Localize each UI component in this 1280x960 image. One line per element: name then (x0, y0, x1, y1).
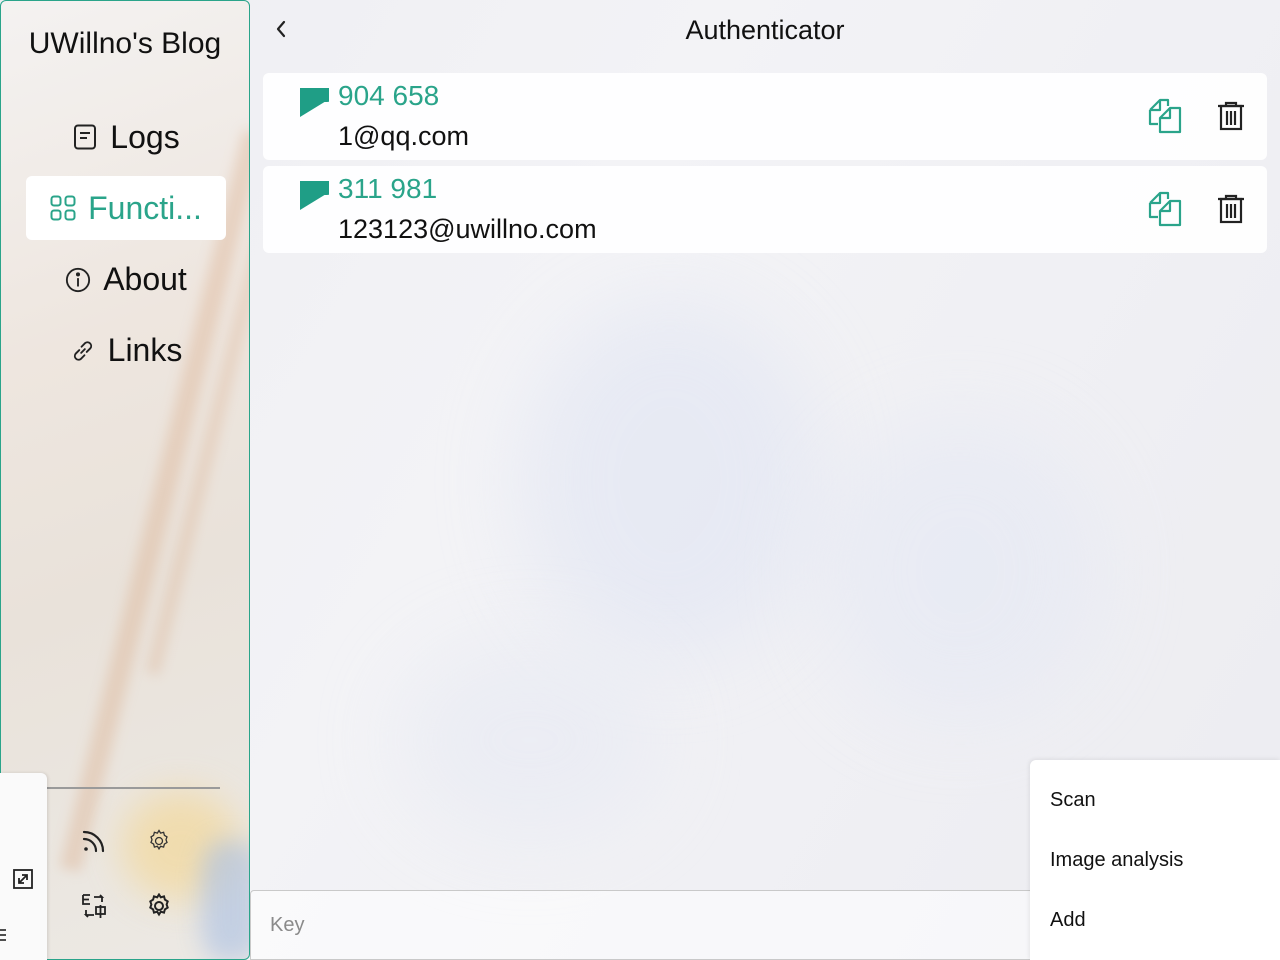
account-name: 1@qq.com (338, 121, 469, 151)
sidebar-item-label: Links (107, 331, 183, 368)
sidebar-item-functions[interactable]: Functi... (26, 176, 226, 240)
otp-code[interactable]: 904 658 (338, 80, 439, 112)
expand-icon[interactable] (11, 867, 35, 891)
sidebar-decoration (201, 841, 249, 959)
delete-button[interactable] (1213, 193, 1249, 229)
countdown-timer-icon (300, 181, 329, 210)
grid-icon (50, 195, 76, 221)
sidebar-item-about[interactable]: About (26, 247, 226, 311)
menu-item-image-analysis[interactable]: Image analysis (1030, 830, 1280, 890)
sidebar-item-label: Functi... (88, 189, 202, 226)
background-blob (400, 640, 660, 840)
copy-icon (1147, 98, 1183, 138)
copy-button[interactable] (1145, 191, 1185, 231)
sidebar-item-links[interactable]: Links (26, 318, 226, 382)
menu-item-add[interactable]: Add (1030, 890, 1280, 950)
blog-title: UWillno's Blog (28, 27, 222, 60)
copy-button[interactable] (1145, 98, 1185, 138)
sidebar-item-label: About (103, 260, 187, 297)
account-card: 904 658 1@qq.com (263, 73, 1267, 160)
countdown-timer-icon (300, 88, 329, 117)
page-title: Authenticator (685, 15, 845, 45)
rss-icon[interactable] (80, 827, 108, 855)
sidebar-divider (33, 787, 220, 789)
sidebar-item-label: Logs (110, 118, 180, 155)
background-blob (520, 300, 820, 660)
gear-icon[interactable] (145, 892, 173, 920)
sidebar-item-logs[interactable]: Logs (26, 105, 226, 169)
sidebar-decoration (59, 129, 249, 873)
link-icon (70, 337, 96, 363)
account-card: 311 981 123123@uwillno.com (263, 166, 1267, 253)
trash-icon (1217, 194, 1245, 228)
copy-icon (1147, 191, 1183, 231)
floating-tool-panel (0, 773, 47, 960)
menu-item-scan[interactable]: Scan (1030, 770, 1280, 830)
otp-code[interactable]: 311 981 (338, 173, 437, 205)
gear-outline-icon[interactable] (145, 827, 173, 855)
info-icon (65, 266, 91, 293)
background-blob (820, 420, 1100, 720)
menu-lines-icon[interactable] (0, 927, 8, 941)
add-options-menu: Scan Image analysis Add (1030, 760, 1280, 960)
key-input[interactable] (250, 890, 1075, 960)
delete-button[interactable] (1213, 100, 1249, 136)
document-icon (72, 124, 98, 150)
account-name: 123123@uwillno.com (338, 214, 597, 244)
translate-icon[interactable] (80, 892, 108, 920)
trash-icon (1217, 101, 1245, 135)
